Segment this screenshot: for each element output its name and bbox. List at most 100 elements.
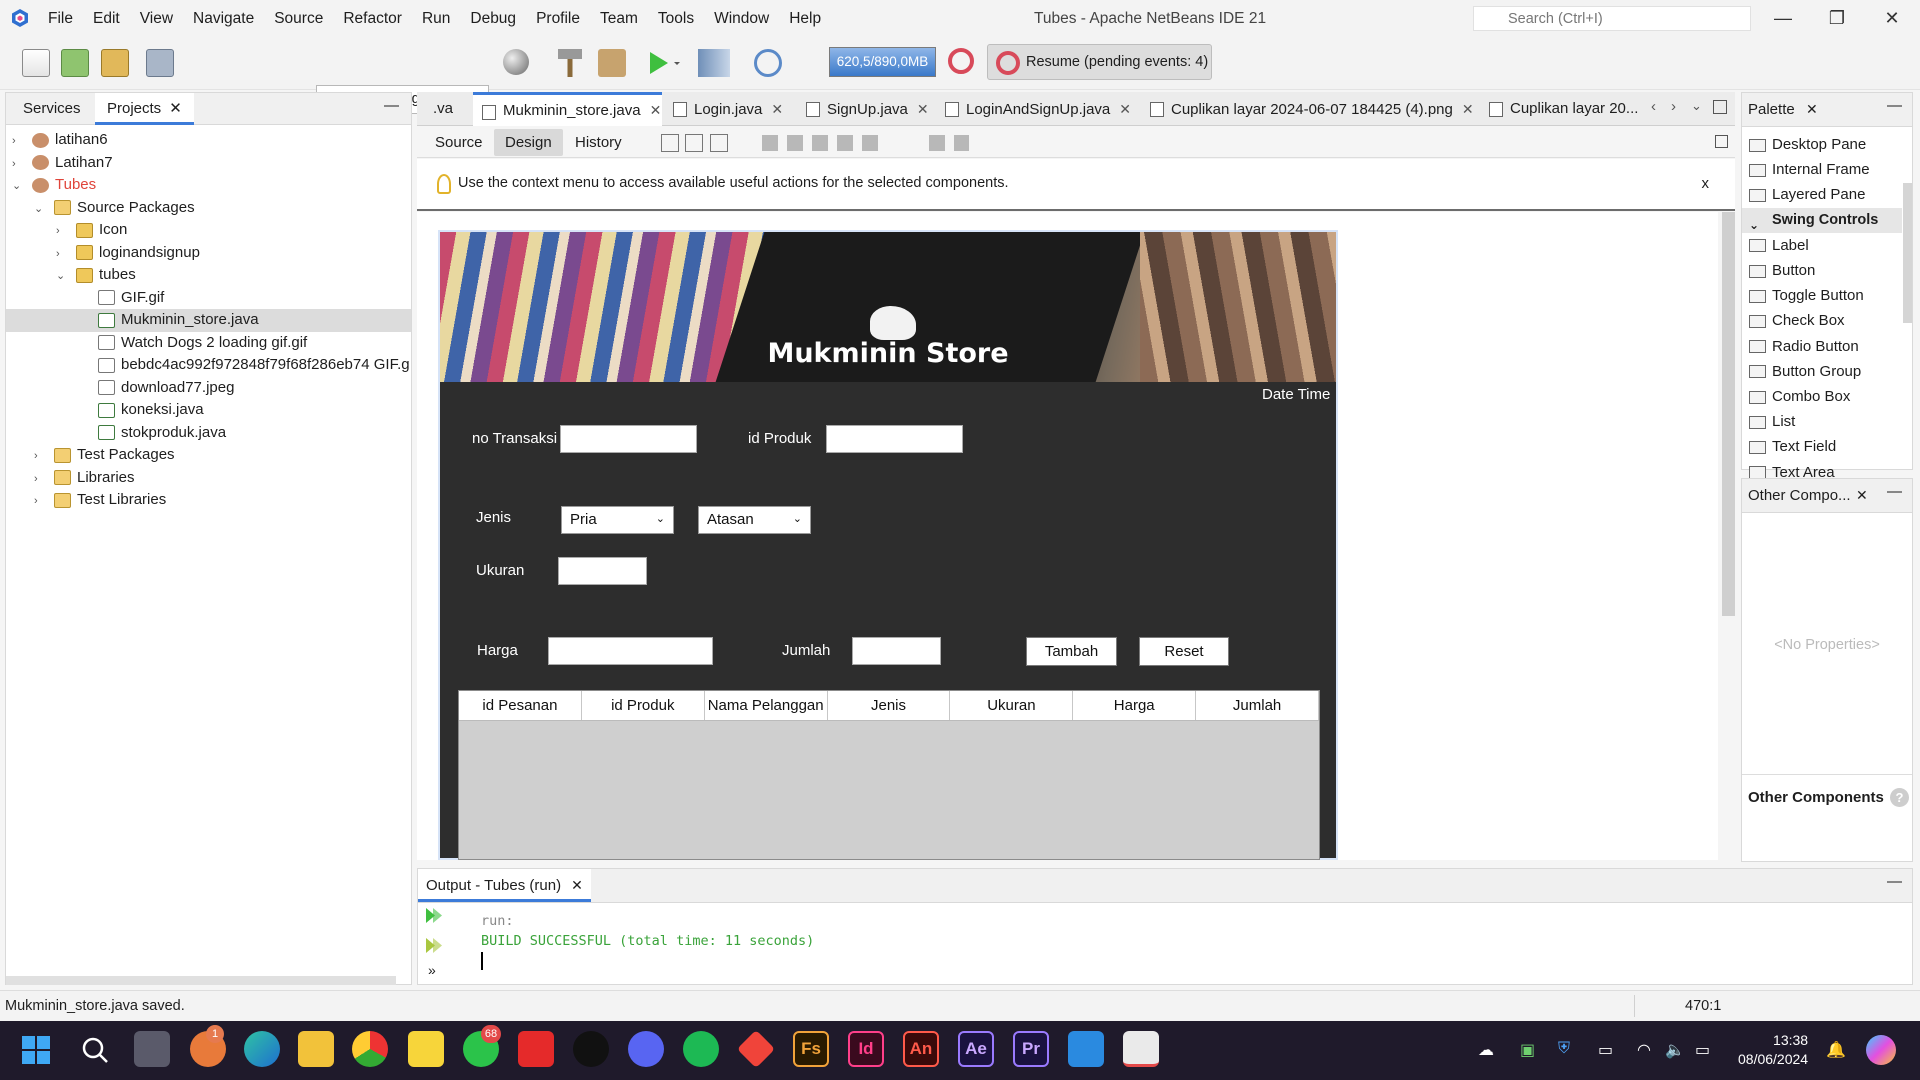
tree-item[interactable]: ⌄ Tubes [6, 174, 411, 197]
tree-item[interactable]: › loginandsignup [6, 242, 411, 265]
edge-icon[interactable] [244, 1031, 280, 1067]
chrome-icon[interactable] [352, 1031, 388, 1067]
resume-button[interactable]: Resume (pending events: 4) [987, 44, 1212, 80]
menu-team[interactable]: Team [590, 0, 648, 37]
column-harga[interactable]: Harga [1073, 691, 1197, 720]
palette-item[interactable]: Radio Button [1742, 334, 1902, 359]
sticky-notes-icon[interactable] [408, 1031, 444, 1067]
tree-item[interactable]: bebdc4ac992f972848f79f68f286eb74 GIF.g [6, 354, 411, 377]
tab-screenshot-2[interactable]: Cuplikan layar 20... [1480, 92, 1646, 126]
menu-refactor[interactable]: Refactor [333, 0, 412, 37]
fuse-icon[interactable]: Fs [793, 1031, 829, 1067]
tab-services[interactable]: Services [11, 93, 93, 125]
harga-field[interactable] [548, 637, 713, 665]
search-icon[interactable] [81, 1036, 109, 1064]
tambah-button[interactable]: Tambah [1026, 637, 1117, 666]
column-ukuran[interactable]: Ukuran [950, 691, 1074, 720]
source-view-button[interactable]: Source [424, 129, 494, 156]
close-icon[interactable]: ✕ [169, 100, 182, 117]
history-view-button[interactable]: History [564, 129, 633, 156]
tab-list-icon[interactable]: ⌄ [1691, 98, 1702, 114]
tree-item[interactable]: Mukminin_store.java [6, 309, 411, 332]
id-produk-field[interactable] [826, 425, 963, 453]
tree-item[interactable]: › Latihan7 [6, 152, 411, 175]
minimize-panel-icon[interactable]: — [1887, 483, 1902, 500]
menu-window[interactable]: Window [704, 0, 779, 37]
connection-mode-icon[interactable] [685, 134, 703, 152]
minimize-panel-icon[interactable]: — [384, 97, 399, 114]
tree-item[interactable]: stokproduk.java [6, 422, 411, 445]
discord-icon[interactable] [628, 1031, 664, 1067]
jumlah-field[interactable] [852, 637, 941, 665]
new-file-icon[interactable] [22, 49, 50, 77]
clean-build-icon[interactable] [598, 49, 626, 77]
menu-profile[interactable]: Profile [526, 0, 590, 37]
menu-help[interactable]: Help [779, 0, 831, 37]
tab-signup[interactable]: SignUp.java ✕ [797, 92, 937, 126]
kategori-combo[interactable]: Atasan ⌄ [698, 506, 811, 534]
palette-item[interactable]: Check Box [1742, 308, 1902, 333]
expand-toggle-icon[interactable]: › [56, 243, 68, 266]
palette-scrollbar[interactable] [1903, 183, 1912, 323]
palette-item[interactable]: Button Group [1742, 359, 1902, 384]
clock[interactable]: 13:38 08/06/2024 [1738, 1031, 1808, 1069]
expand-toggle-icon[interactable]: ⌄ [12, 175, 24, 198]
close-icon[interactable]: ✕ [1856, 487, 1868, 504]
palette-item[interactable]: Text Field [1742, 434, 1902, 459]
run-icon[interactable] [648, 50, 682, 76]
preview-design-icon[interactable] [710, 134, 728, 152]
animate-icon[interactable]: An [903, 1031, 939, 1067]
scroll-tabs-right-icon[interactable]: › [1671, 98, 1676, 115]
security-shield-icon[interactable]: ⛨ [1558, 1040, 1570, 1058]
close-icon[interactable]: ✕ [917, 101, 929, 117]
tree-item[interactable]: koneksi.java [6, 399, 411, 422]
nvidia-icon[interactable]: ▣ [1520, 1040, 1535, 1060]
column-jumlah[interactable]: Jumlah [1196, 691, 1320, 720]
notifications-icon[interactable]: 🔔 [1826, 1040, 1846, 1060]
save-all-icon[interactable] [146, 49, 174, 77]
browser-globe-icon[interactable] [503, 49, 529, 75]
jenis-combo[interactable]: Pria ⌄ [561, 506, 674, 534]
horizontal-scrollbar[interactable] [6, 976, 396, 985]
youtube-icon[interactable] [518, 1031, 554, 1067]
menu-debug[interactable]: Debug [460, 0, 526, 37]
tab-mukminin-store[interactable]: Mukminin_store.java ✕ [473, 92, 662, 126]
orders-table[interactable]: id Pesanan id Produk Nama Pelanggan Jeni… [458, 690, 1320, 860]
vscode-icon[interactable] [1068, 1031, 1104, 1067]
selection-mode-icon[interactable] [661, 134, 679, 152]
close-icon[interactable]: ✕ [1806, 101, 1818, 118]
palette-item[interactable]: Label [1742, 233, 1902, 258]
menu-view[interactable]: View [130, 0, 183, 37]
design-view-button[interactable]: Design [494, 129, 563, 156]
file-explorer-icon[interactable] [298, 1031, 334, 1067]
tab-projects[interactable]: Projects ✕ [95, 93, 194, 125]
column-id-pesanan[interactable]: id Pesanan [459, 691, 582, 720]
tree-item[interactable]: GIF.gif [6, 287, 411, 310]
more-actions-icon[interactable]: » [428, 962, 436, 978]
after-effects-icon[interactable]: Ae [958, 1031, 994, 1067]
new-project-icon[interactable] [61, 49, 89, 77]
tree-item[interactable]: ⌄ tubes [6, 264, 411, 287]
wifi-icon[interactable]: ◠ [1637, 1040, 1651, 1060]
column-nama-pelanggan[interactable]: Nama Pelanggan [705, 691, 828, 720]
menu-tools[interactable]: Tools [648, 0, 704, 37]
expand-icon[interactable] [1715, 135, 1728, 148]
memory-indicator[interactable]: 620,5/890,0MB [829, 47, 936, 77]
netbeans-taskbar-icon[interactable] [1123, 1031, 1159, 1067]
tree-item[interactable]: › Icon [6, 219, 411, 242]
minimize-button[interactable]: — [1760, 0, 1806, 37]
premiere-icon[interactable]: Pr [1013, 1031, 1049, 1067]
close-icon[interactable]: ✕ [771, 101, 783, 117]
tree-item[interactable]: › Libraries [6, 467, 411, 490]
profile-icon[interactable] [754, 49, 782, 77]
rerun-with-params-icon[interactable] [425, 937, 443, 954]
debug-icon[interactable] [698, 49, 730, 77]
expand-toggle-icon[interactable]: ⌄ [56, 265, 68, 288]
windows-start-icon[interactable] [22, 1036, 50, 1064]
volume-icon[interactable]: 🔈 [1665, 1040, 1685, 1060]
tab-screenshot-1[interactable]: Cuplikan layar 2024-06-07 184425 (4).png… [1141, 92, 1482, 126]
tree-item[interactable]: › Test Libraries [6, 489, 411, 512]
indesign-icon[interactable]: Id [848, 1031, 884, 1067]
palette-item[interactable]: Combo Box [1742, 384, 1902, 409]
rerun-icon[interactable] [425, 907, 443, 924]
